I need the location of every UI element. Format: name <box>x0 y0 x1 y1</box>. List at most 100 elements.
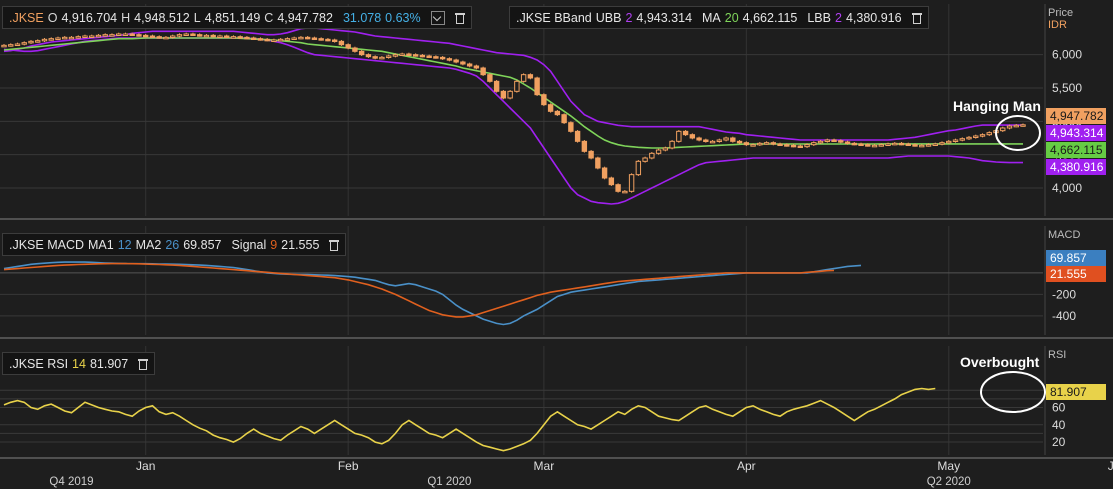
period-label: Q4 2019 <box>49 476 93 488</box>
trash-icon[interactable] <box>329 239 340 251</box>
y-tick-label: 4,000 <box>1052 181 1082 195</box>
candle-body <box>662 147 669 151</box>
rsi-param: 14 <box>72 356 86 371</box>
candle-body <box>966 136 972 140</box>
candle-body <box>811 142 817 146</box>
candle-body <box>973 135 979 138</box>
candle-body <box>1 44 7 48</box>
candle-body <box>642 157 648 162</box>
candle-body <box>230 36 237 39</box>
signal-label: Signal <box>231 237 267 252</box>
candle-body <box>892 142 898 146</box>
bband-symbol: .JKSE BBand <box>516 10 592 25</box>
candle-body <box>952 139 959 142</box>
candle-body <box>561 114 567 124</box>
candle-body <box>858 143 864 146</box>
candle-body <box>304 36 311 40</box>
candle-body <box>716 139 723 142</box>
lbb-tag: 4,380.916 <box>1050 160 1104 174</box>
x-tick-label: Feb <box>338 459 359 473</box>
candle-body <box>156 36 162 39</box>
candle-body <box>831 139 837 142</box>
candle-body <box>311 37 318 40</box>
candle-body <box>163 36 169 40</box>
candle-body <box>433 56 439 59</box>
candle-body <box>959 138 965 141</box>
ma2-param: 26 <box>165 237 180 252</box>
candle-body <box>777 143 783 146</box>
candle-body <box>82 35 88 38</box>
candle-body <box>439 56 446 60</box>
chevron-down-icon[interactable] <box>430 10 445 25</box>
candle-body <box>136 34 142 37</box>
candle-body <box>406 53 412 56</box>
close-label: C <box>264 10 274 25</box>
trash-icon[interactable] <box>138 358 149 370</box>
candle-body <box>709 140 716 144</box>
axis-title: RSI <box>1048 349 1066 361</box>
candle-body <box>527 74 534 79</box>
candle-body <box>257 38 264 41</box>
ma-label: MA <box>702 10 721 25</box>
candle-body <box>919 144 925 148</box>
candle-body <box>466 63 473 67</box>
candle-body <box>979 134 986 137</box>
candle-body <box>669 140 675 149</box>
y-tick-label: 40 <box>1052 418 1066 432</box>
candle-body <box>250 37 257 40</box>
candle-body <box>217 35 223 38</box>
candle-body <box>480 67 486 76</box>
candle-body <box>460 61 466 65</box>
candle-body <box>574 130 581 142</box>
candle-body <box>838 140 844 143</box>
candle-body <box>608 177 615 186</box>
ma2-label: MA2 <box>135 237 162 252</box>
candle-body <box>844 141 851 144</box>
candle-body <box>264 38 270 42</box>
price-legend: .JKSE O 4,916.704 H 4,948.512 L 4,851.149 C… <box>2 6 472 29</box>
y-tick-label: 5,500 <box>1052 81 1082 95</box>
y-tick-label: -200 <box>1052 287 1076 301</box>
candle-body <box>48 38 54 41</box>
high-value: 4,948.512 <box>134 10 190 25</box>
pane-background <box>0 4 1113 216</box>
candle-body <box>817 140 824 144</box>
candle-body <box>358 50 365 56</box>
candle-body <box>878 144 884 147</box>
candle-body <box>392 54 399 57</box>
candle-body <box>331 39 338 42</box>
ma-value: 4,662.115 <box>742 10 798 25</box>
rsi-tag: 81.907 <box>1050 385 1087 399</box>
candle-body <box>41 38 48 42</box>
candle-body <box>635 160 642 176</box>
candle-body <box>412 54 419 57</box>
candle-body <box>871 144 878 148</box>
lbb-value: 4,380.916 <box>845 10 902 25</box>
macd-symbol: .JKSE MACD <box>9 237 85 252</box>
candle-body <box>554 110 561 116</box>
candle-body <box>284 38 291 41</box>
candle-body <box>291 37 297 40</box>
candle-body <box>1000 127 1006 132</box>
candle-body <box>446 58 453 61</box>
candle-body <box>379 56 385 60</box>
candle-body <box>514 80 520 92</box>
candle-body <box>183 33 189 36</box>
legend-symbol: .JKSE <box>9 10 44 25</box>
grid-layer <box>0 4 1113 459</box>
candle-body <box>75 36 81 39</box>
period-label: Q1 2020 <box>427 476 471 488</box>
y-tick-label: 20 <box>1052 435 1066 449</box>
candle-body <box>487 74 493 82</box>
candle-body <box>912 144 918 147</box>
trash-icon[interactable] <box>911 12 922 24</box>
overbought-annotation: Overbought <box>960 354 1040 370</box>
candle-body <box>345 44 351 49</box>
candle-body <box>898 142 905 146</box>
period-label: Q2 2020 <box>927 476 971 488</box>
lbb-param: 2 <box>835 10 842 25</box>
trash-icon[interactable] <box>454 12 465 24</box>
macd-value: 69.857 <box>183 237 222 252</box>
candle-body <box>723 137 729 141</box>
candle-body <box>399 53 405 56</box>
